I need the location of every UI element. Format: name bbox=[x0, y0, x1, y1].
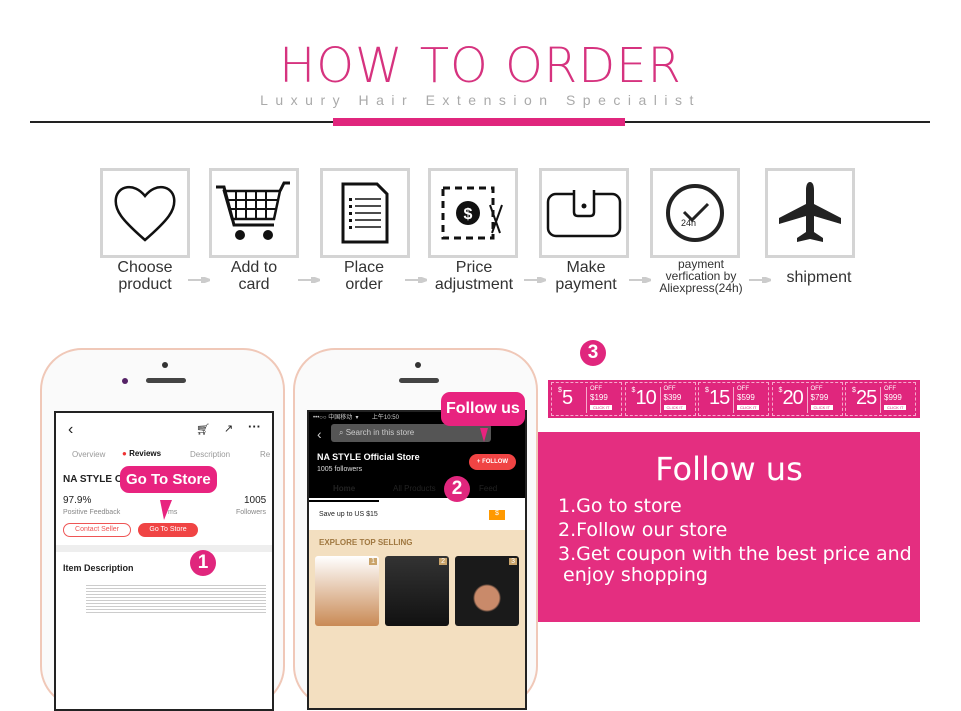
coupon-10[interactable]: $10 OFF $399 CLICK IT bbox=[624, 382, 696, 416]
shopping-cart-icon bbox=[209, 168, 299, 258]
click-it-button[interactable]: CLICK IT bbox=[663, 405, 686, 410]
store-followers: 1005 followers bbox=[317, 466, 363, 473]
section-title: Item Description bbox=[63, 563, 134, 573]
store-search-input[interactable]: ⌕ Search in this store bbox=[331, 424, 491, 442]
cart-icon[interactable]: 🛒︎ bbox=[196, 423, 210, 436]
phone-screen-2: •••○○ 中国移动 ▾ 上午10:50 ‹ ⌕ Search in this … bbox=[307, 410, 527, 710]
phone-screen-1: ‹ 🛒︎ ↗ ··· Overview ● Reviews Descriptio… bbox=[54, 411, 274, 711]
tab-feed[interactable]: Feed bbox=[479, 484, 497, 493]
phone-mockup-1: ‹ 🛒︎ ↗ ··· Overview ● Reviews Descriptio… bbox=[40, 348, 285, 711]
airplane-icon bbox=[765, 168, 855, 258]
tab-all-products[interactable]: All Products bbox=[393, 484, 436, 493]
feedback-label: Positive Feedback bbox=[63, 509, 121, 516]
more-icon[interactable]: ··· bbox=[248, 419, 261, 434]
back-icon[interactable]: ‹ bbox=[317, 426, 322, 442]
wallet-icon bbox=[539, 168, 629, 258]
arrow-icon bbox=[524, 277, 546, 283]
panel-steps: 1.Go to store 2.Follow our store 3.Get cou… bbox=[558, 495, 912, 586]
followers-value: 1005 bbox=[244, 495, 267, 506]
follow-button[interactable]: + FOLLOW bbox=[469, 454, 516, 470]
go-to-store-button[interactable]: Go To Store bbox=[138, 523, 198, 537]
tab-overview[interactable]: Overview bbox=[72, 450, 105, 459]
contact-seller-button[interactable]: Contact Seller bbox=[63, 523, 131, 537]
svg-text:24h: 24h bbox=[681, 218, 696, 228]
arrow-icon bbox=[188, 277, 210, 283]
search-icon: ⌕ bbox=[339, 428, 344, 437]
product-thumb[interactable]: 3 bbox=[455, 556, 519, 626]
store-name: NA STYLE Of bbox=[63, 474, 126, 485]
click-it-button[interactable]: CLICK IT bbox=[590, 405, 613, 410]
review-text bbox=[86, 583, 266, 613]
arrow-icon bbox=[629, 277, 651, 283]
step-2-badge: 2 bbox=[444, 476, 470, 502]
location-pin-icon: ● bbox=[122, 449, 127, 458]
step-label-payment-verification: payment verfication by Aliexpress(24h) bbox=[659, 257, 743, 295]
click-it-button[interactable]: CLICK IT bbox=[810, 405, 833, 410]
page-subtitle: Luxury Hair Extension Specialist bbox=[260, 92, 701, 108]
click-it-button[interactable]: CLICK IT bbox=[884, 405, 907, 410]
svg-text:$: $ bbox=[464, 206, 473, 223]
coupon-scissors-icon: $ bbox=[428, 168, 518, 258]
share-icon[interactable]: ↗ bbox=[224, 422, 233, 435]
back-icon[interactable]: ‹ bbox=[68, 421, 73, 439]
coupon-icon: $ bbox=[489, 510, 505, 520]
tab-reviews[interactable]: ● Reviews bbox=[122, 449, 161, 458]
step-label-choose-product: Choose product bbox=[117, 259, 173, 293]
step-label-place-order: Place order bbox=[343, 259, 385, 293]
clock-check-icon: 24h bbox=[650, 168, 740, 258]
coupon-5[interactable]: $5 OFF $199 CLICK IT bbox=[551, 382, 622, 416]
step-3-badge: 3 bbox=[580, 340, 606, 366]
tab-more[interactable]: Re bbox=[260, 450, 270, 459]
step-label-shipment: shipment bbox=[786, 269, 852, 286]
feedback-value: 97.9% bbox=[63, 495, 92, 506]
document-icon bbox=[320, 168, 410, 258]
panel-title: Follow us bbox=[655, 450, 803, 488]
arrow-icon bbox=[749, 277, 771, 283]
page-title: HOW TO ORDER bbox=[279, 38, 682, 94]
status-bar: •••○○ 中国移动 ▾ 上午10:50 bbox=[313, 415, 399, 421]
step-1-badge: 1 bbox=[190, 550, 216, 576]
coupon-20[interactable]: $20 OFF $799 CLICK IT bbox=[771, 382, 843, 416]
follow-us-callout: Follow us bbox=[441, 392, 525, 426]
product-thumb[interactable]: 2 bbox=[385, 556, 449, 626]
accent-bar bbox=[333, 118, 625, 126]
tab-description[interactable]: Description bbox=[190, 450, 230, 459]
store-name: NA STYLE Official Store bbox=[317, 452, 420, 462]
save-banner[interactable]: Save up to US $15 bbox=[319, 511, 378, 518]
arrow-icon bbox=[298, 277, 320, 283]
step-label-make-payment: Make payment bbox=[555, 259, 617, 293]
tab-home[interactable]: Home bbox=[333, 484, 355, 493]
followers-label: Followers bbox=[236, 509, 266, 516]
step-label-add-to-card: Add to card bbox=[230, 259, 278, 293]
step-label-price-adjustment: Price adjustment bbox=[434, 259, 514, 293]
coupon-15[interactable]: $15 OFF $599 CLICK IT bbox=[698, 382, 769, 416]
click-it-button[interactable]: CLICK IT bbox=[737, 405, 760, 410]
follow-us-panel: Follow us 1.Go to store 2.Follow our stor… bbox=[538, 432, 920, 622]
heart-icon bbox=[100, 168, 190, 258]
coupon-25[interactable]: $25 OFF $999 CLICK IT bbox=[845, 382, 916, 416]
explore-heading: EXPLORE TOP SELLING bbox=[319, 538, 413, 547]
product-thumb[interactable]: 1 bbox=[315, 556, 379, 626]
arrow-icon bbox=[405, 277, 427, 283]
go-to-store-callout: Go To Store bbox=[120, 466, 217, 493]
